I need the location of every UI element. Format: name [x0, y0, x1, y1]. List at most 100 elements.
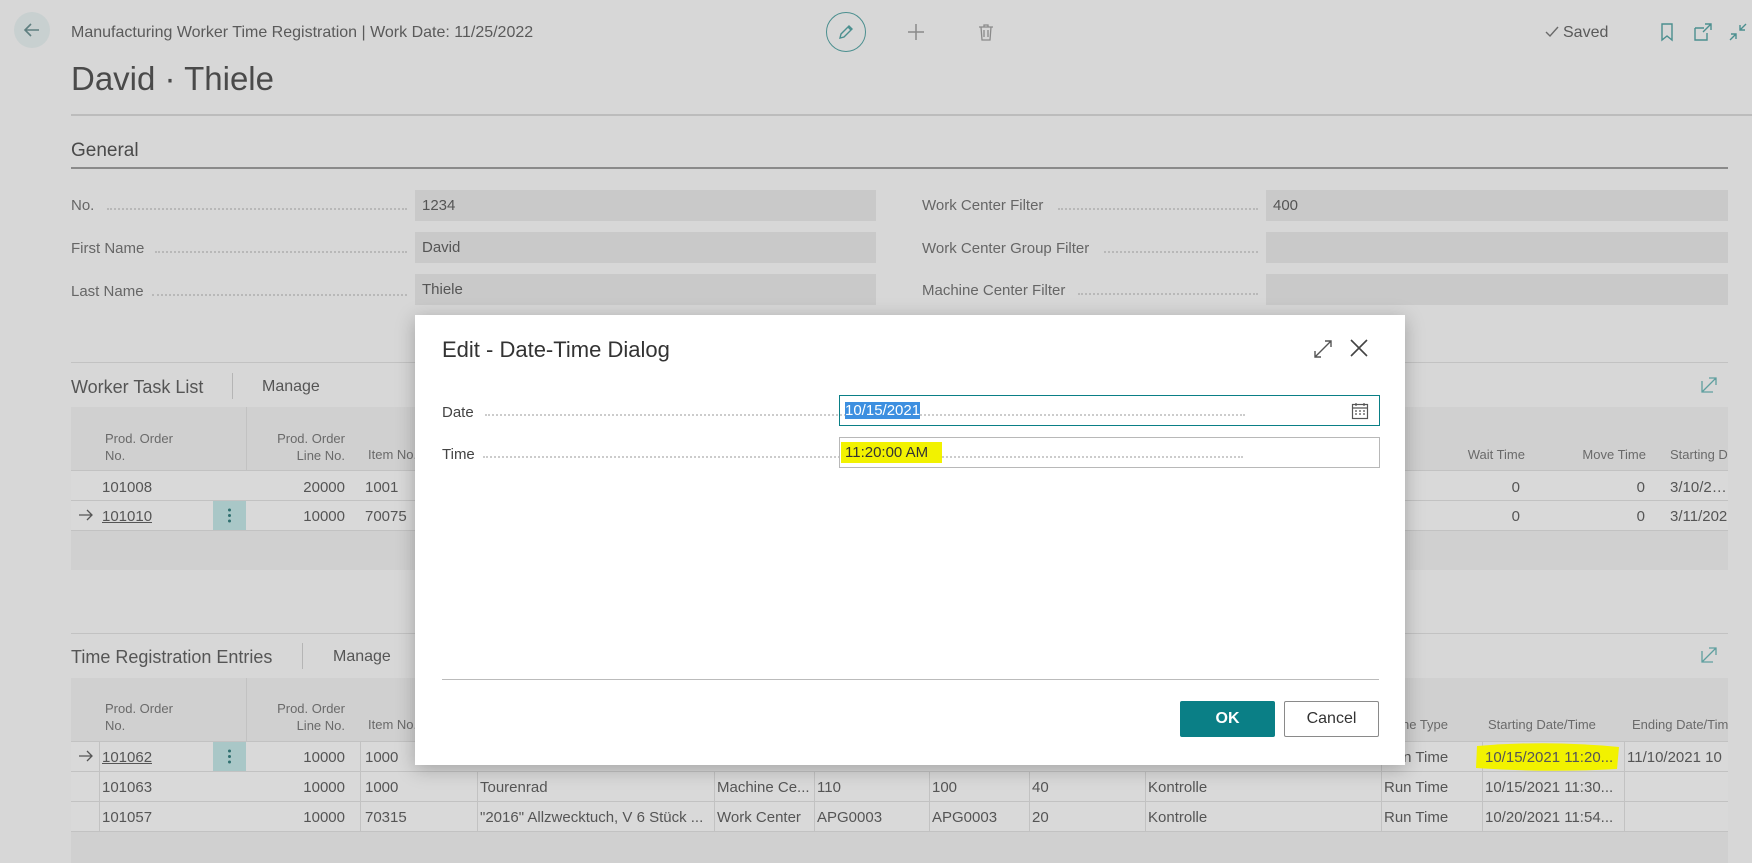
- entries-cell-type: Work Center: [717, 809, 801, 826]
- saved-label: Saved: [1563, 24, 1609, 41]
- work-center-filter-field[interactable]: 400: [1266, 190, 1728, 221]
- entries-header-item-no[interactable]: Item No.: [368, 716, 417, 733]
- checkmark-icon: [1545, 26, 1559, 38]
- task-header-wait-time[interactable]: Wait Time: [1420, 446, 1525, 463]
- grid-column-line: [99, 742, 100, 831]
- page-caption: Manufacturing Worker Time Registration |…: [71, 24, 534, 41]
- entries-cell-type: Machine Ce...: [717, 779, 810, 796]
- entries-cell-description: "2016" Allzwecktuch, V 6 Stück ...: [480, 809, 704, 826]
- entries-cell-item-no: 70315: [365, 809, 407, 826]
- first-name-label: First Name: [71, 240, 145, 257]
- task-list-manage-button[interactable]: Manage: [262, 378, 320, 396]
- maximize-icon: [1314, 340, 1332, 358]
- task-cell-move-time: 0: [1636, 479, 1645, 496]
- page-title: David · Thiele: [71, 60, 274, 97]
- entries-cell-ending: 11/10/2021 10: [1627, 749, 1722, 766]
- task-cell-prod-order-no-link[interactable]: 101010: [102, 508, 152, 525]
- entries-cell-operation-description: Kontrolle: [1148, 779, 1208, 796]
- delete-button[interactable]: [966, 12, 1006, 52]
- dialog-close-button[interactable]: [1348, 337, 1370, 364]
- entries-header-time-type[interactable]: ne Type: [1402, 716, 1448, 733]
- grid-column-line: [477, 772, 478, 831]
- task-cell-item-no: 70075: [365, 508, 407, 525]
- pencil-icon: [839, 25, 853, 39]
- task-cell-item-no: 1001: [365, 479, 399, 496]
- bookmark-icon: [1661, 23, 1673, 42]
- general-section-title: General: [71, 140, 139, 161]
- plus-icon: [908, 24, 924, 40]
- time-value: 11:20:00 AM: [841, 442, 943, 463]
- last-name-field[interactable]: Thiele: [415, 274, 876, 305]
- edit-button[interactable]: [826, 12, 866, 52]
- row-actions-button[interactable]: [213, 742, 246, 771]
- entries-cell-line-no: 10000: [303, 749, 345, 766]
- task-list-expand-button[interactable]: [1700, 376, 1718, 399]
- row-actions-button[interactable]: [213, 501, 246, 530]
- back-button[interactable]: [14, 12, 50, 48]
- time-input[interactable]: 11:20:00 AM: [839, 437, 1380, 468]
- no-field[interactable]: 1234: [415, 190, 876, 221]
- field-dots: [1078, 293, 1258, 295]
- task-cell-line-no: 10000: [303, 508, 345, 525]
- entries-cell-prod-order-no[interactable]: 101063: [102, 779, 152, 796]
- worker-task-list-title: Worker Task List: [71, 377, 204, 397]
- grid-column-line: [714, 772, 715, 831]
- grid-column-line: [1145, 772, 1146, 831]
- current-row-arrow-icon: [79, 750, 93, 762]
- entries-cell-time-type: Run Time: [1384, 809, 1449, 826]
- new-button[interactable]: [896, 12, 936, 52]
- field-dots: [152, 294, 407, 296]
- task-header-line-no[interactable]: Prod. Order Line No.: [250, 430, 345, 464]
- expand-icon: [1701, 377, 1717, 393]
- time-registration-entries-title: Time Registration Entries: [71, 647, 273, 667]
- ok-button[interactable]: OK: [1180, 701, 1275, 737]
- work-center-group-filter-field[interactable]: [1266, 232, 1728, 263]
- more-vertical-icon: [228, 508, 231, 523]
- date-input[interactable]: 10/15/2021: [839, 395, 1380, 426]
- open-window-icon: [1694, 23, 1712, 41]
- grid-column-line: [929, 772, 930, 831]
- task-cell-starting: 3/10/202: [1670, 479, 1728, 496]
- task-cell-prod-order-no[interactable]: 101008: [102, 479, 152, 496]
- entries-cell-prod-order-no-link[interactable]: 101062: [102, 749, 152, 766]
- no-label: No.: [71, 197, 95, 214]
- dialog-maximize-button[interactable]: [1313, 339, 1333, 364]
- cancel-button[interactable]: Cancel: [1284, 701, 1379, 737]
- first-name-field[interactable]: David: [415, 232, 876, 263]
- entries-header-line-no[interactable]: Prod. Order Line No.: [250, 700, 345, 734]
- collapse-button[interactable]: [1718, 12, 1752, 52]
- current-row-arrow-icon: [79, 509, 93, 521]
- entries-cell-starting: 10/20/2021 11:54...: [1485, 809, 1614, 826]
- task-header-item-no[interactable]: Item No.: [368, 446, 417, 463]
- task-header-move-time[interactable]: Move Time: [1540, 446, 1646, 463]
- entries-cell-work-center-2: APG0003: [932, 809, 998, 826]
- task-cell-wait-time: 0: [1511, 479, 1520, 496]
- entries-manage-button[interactable]: Manage: [333, 648, 391, 666]
- bookmark-button[interactable]: [1648, 12, 1688, 52]
- machine-center-filter-field[interactable]: [1266, 274, 1728, 305]
- arrow-left-icon: [23, 23, 39, 37]
- open-new-window-button[interactable]: [1683, 12, 1723, 52]
- calendar-button[interactable]: [1351, 402, 1369, 425]
- entries-header-ending[interactable]: Ending Date/Tim: [1632, 716, 1728, 733]
- saved-status: Saved: [1545, 24, 1608, 42]
- entries-cell-operation-description: Kontrolle: [1148, 809, 1208, 826]
- entries-cell-prod-order-no[interactable]: 101057: [102, 809, 152, 826]
- trash-icon: [979, 24, 993, 41]
- work-center-group-filter-label: Work Center Group Filter: [922, 240, 1090, 257]
- task-header-prod-order-no[interactable]: Prod. Order No.: [105, 430, 173, 464]
- entries-cell-line-no: 10000: [303, 779, 345, 796]
- field-dots: [107, 208, 407, 210]
- grid-column-line: [814, 772, 815, 831]
- dialog-title: Edit - Date-Time Dialog: [442, 337, 670, 362]
- entries-header-starting[interactable]: Starting Date/Time: [1488, 716, 1596, 733]
- entries-cell-starting: 10/15/2021 11:20...: [1485, 749, 1614, 766]
- task-header-starting[interactable]: Starting D: [1670, 446, 1728, 463]
- entries-cell-description: Tourenrad: [480, 779, 548, 796]
- entries-cell-operation: 40: [1032, 779, 1049, 796]
- field-dots: [1058, 208, 1258, 210]
- entries-header-prod-order-no[interactable]: Prod. Order No.: [105, 700, 173, 734]
- entries-expand-button[interactable]: [1700, 646, 1718, 669]
- collapse-icon: [1729, 23, 1747, 41]
- calendar-icon: [1351, 403, 1369, 420]
